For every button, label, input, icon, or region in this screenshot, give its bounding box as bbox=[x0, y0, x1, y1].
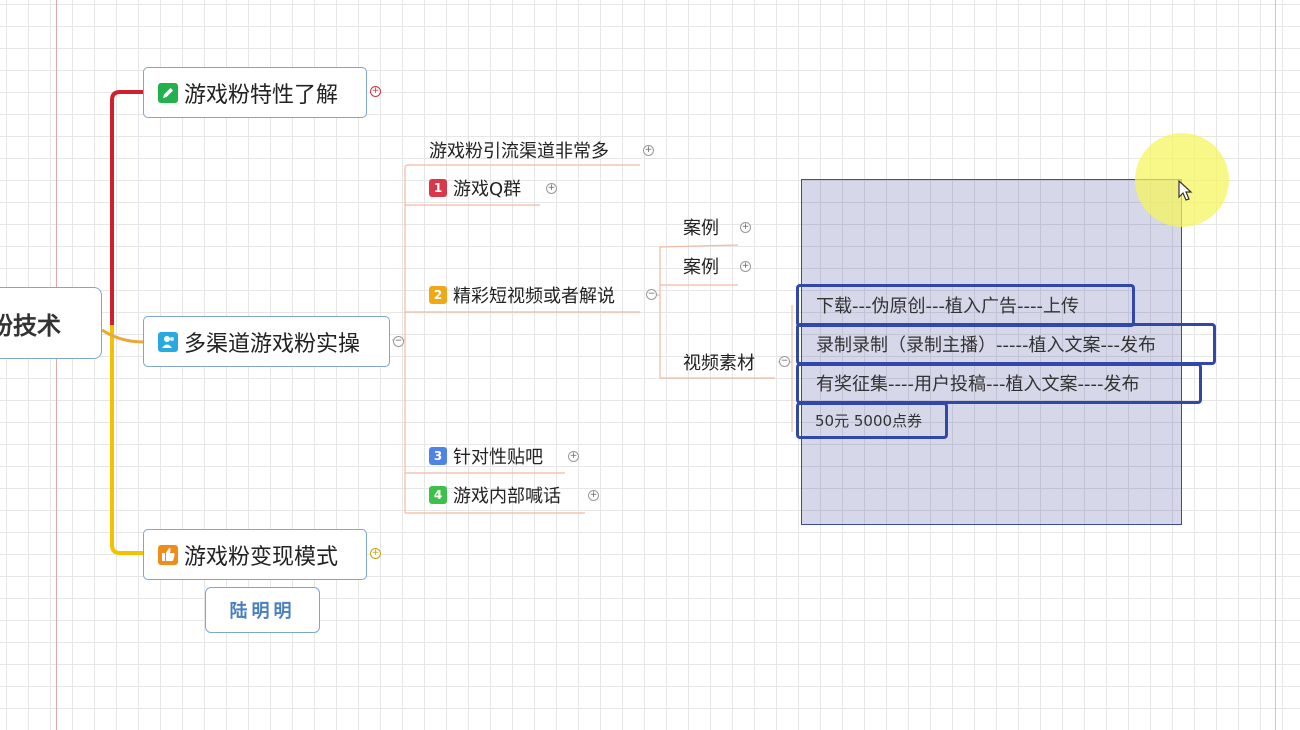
material-item-label: 有奖征集----用户投稿---植入文案----发布 bbox=[816, 374, 1140, 395]
priority-3-icon: 3 bbox=[429, 447, 447, 465]
collapse-toggle[interactable]: − bbox=[779, 356, 790, 367]
expand-toggle[interactable]: + bbox=[588, 490, 599, 501]
material-item-label: 下载---伪原创---植入广告----上传 bbox=[816, 296, 1079, 317]
channel-item[interactable]: 4 游戏内部喊话 bbox=[429, 482, 561, 508]
mouse-cursor-icon bbox=[1178, 180, 1193, 201]
material-item[interactable]: 录制录制（录制主播）-----植入文案---发布 bbox=[816, 330, 1156, 358]
channel-item[interactable]: 1 游戏Q群 bbox=[429, 175, 521, 201]
video-child-case[interactable]: 案例 bbox=[683, 214, 719, 240]
channel-label: 游戏粉引流渠道非常多 bbox=[429, 141, 609, 162]
material-item-label: 录制录制（录制主播）-----植入文案---发布 bbox=[816, 335, 1156, 356]
topic-label: 游戏粉特性了解 bbox=[184, 82, 339, 108]
material-item[interactable]: 下载---伪原创---植入广告----上传 bbox=[816, 291, 1079, 319]
topic-fan-traits[interactable]: 游戏粉特性了解 bbox=[143, 67, 367, 118]
author-signature[interactable]: 陆明明 bbox=[205, 587, 320, 633]
material-item-label: 50元 5000点券 bbox=[815, 411, 923, 430]
channel-item[interactable]: 3 针对性贴吧 bbox=[429, 443, 543, 469]
pencil-icon bbox=[158, 82, 178, 103]
channel-label: 游戏Q群 bbox=[453, 179, 522, 200]
video-child-lines bbox=[650, 244, 793, 432]
central-topic-label: 粉技术 bbox=[0, 311, 61, 340]
priority-1-icon: 1 bbox=[429, 179, 447, 197]
priority-2-icon: 2 bbox=[429, 286, 447, 304]
case-label: 案例 bbox=[683, 218, 719, 239]
expand-toggle[interactable]: + bbox=[370, 548, 381, 559]
branch-line-1 bbox=[110, 90, 144, 325]
priority-4-icon: 4 bbox=[429, 486, 447, 504]
expand-toggle[interactable]: + bbox=[643, 145, 654, 156]
expand-toggle[interactable]: + bbox=[740, 261, 751, 272]
expand-toggle[interactable]: + bbox=[568, 451, 579, 462]
expand-toggle[interactable]: + bbox=[740, 222, 751, 233]
collapse-toggle[interactable]: − bbox=[393, 336, 404, 347]
case-label: 案例 bbox=[683, 257, 719, 278]
channel-label: 游戏内部喊话 bbox=[453, 486, 561, 507]
thumbs-up-icon bbox=[158, 544, 178, 565]
topic-label: 游戏粉变现模式 bbox=[184, 544, 339, 570]
material-item[interactable]: 50元 5000点券 bbox=[815, 406, 922, 434]
video-child-case[interactable]: 案例 bbox=[683, 253, 719, 279]
signature-label: 陆明明 bbox=[229, 601, 296, 622]
topic-multichannel-practice[interactable]: 多渠道游戏粉实操 bbox=[143, 316, 390, 367]
topic-monetization[interactable]: 游戏粉变现模式 bbox=[143, 529, 367, 580]
channel-item[interactable]: 2 精彩短视频或者解说 bbox=[429, 282, 615, 308]
collapse-toggle[interactable]: − bbox=[646, 289, 657, 300]
channel-item[interactable]: 游戏粉引流渠道非常多 bbox=[429, 137, 609, 163]
branch-line-2 bbox=[101, 328, 145, 344]
video-child-material[interactable]: 视频素材 bbox=[683, 349, 755, 375]
expand-toggle[interactable]: + bbox=[546, 183, 557, 194]
material-label: 视频素材 bbox=[683, 353, 755, 374]
central-topic[interactable]: 粉技术 bbox=[0, 287, 102, 359]
branch-line-3 bbox=[110, 325, 144, 555]
material-item[interactable]: 有奖征集----用户投稿---植入文案----发布 bbox=[816, 369, 1139, 397]
channel-label: 针对性贴吧 bbox=[453, 447, 543, 468]
channel-label: 精彩短视频或者解说 bbox=[453, 286, 615, 307]
people-icon bbox=[158, 331, 178, 352]
expand-toggle[interactable]: + bbox=[370, 86, 381, 97]
topic-label: 多渠道游戏粉实操 bbox=[184, 331, 361, 357]
